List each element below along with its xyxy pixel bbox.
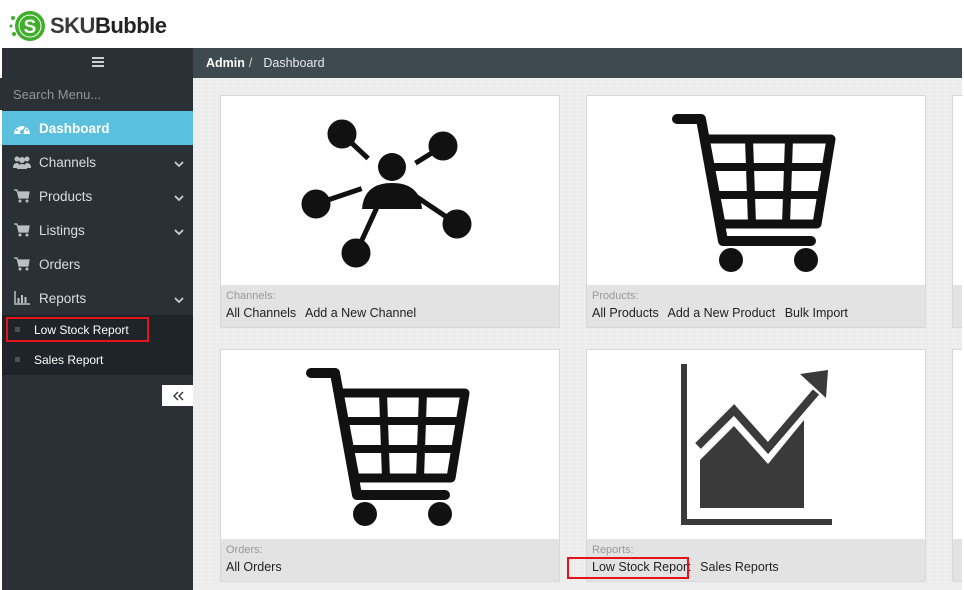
sales-reports-link[interactable]: Sales Reports xyxy=(700,560,779,574)
products-card: Products: All Products Add a New Product… xyxy=(586,95,926,328)
low-stock-report-link[interactable]: Low Stock Report xyxy=(592,560,691,574)
bulk-import-link[interactable]: Bulk Import xyxy=(785,306,848,320)
shopping-cart-icon xyxy=(221,350,559,540)
sidebar-item-channels[interactable]: Channels xyxy=(2,145,193,179)
breadcrumb-admin-link[interactable]: Admin xyxy=(206,56,245,70)
dashboard-main: Channels: All Channels Add a New Channel… xyxy=(193,78,962,590)
sidebar-item-label: Reports xyxy=(39,290,87,306)
logo-wordmark: SKUBubble xyxy=(50,13,167,38)
hamburger-menu-button[interactable] xyxy=(2,48,193,76)
sidebar-item-label: Orders xyxy=(39,256,81,272)
chevron-down-icon xyxy=(174,190,184,205)
channels-card: Channels: All Channels Add a New Channel xyxy=(220,95,560,328)
bar-chart-icon xyxy=(12,290,32,306)
users-icon xyxy=(12,154,32,170)
network-icon xyxy=(221,96,559,286)
card-title: Channels: xyxy=(226,290,276,302)
bullet-icon xyxy=(15,357,20,362)
card-title: Products: xyxy=(592,290,639,302)
sidebar-item-listings[interactable]: Listings xyxy=(2,213,193,247)
add-new-product-link[interactable]: Add a New Product xyxy=(668,306,776,320)
logo-bubble-icon: S xyxy=(8,8,46,44)
shopping-cart-icon xyxy=(587,96,925,286)
products-card-footer: Products: All Products Add a New Product… xyxy=(587,285,925,327)
channels-card-footer: Channels: All Channels Add a New Channel xyxy=(221,285,559,327)
all-channels-link[interactable]: All Channels xyxy=(226,306,296,320)
submenu-item-label: Sales Report xyxy=(34,353,104,367)
chevron-down-icon xyxy=(174,224,184,239)
orders-card-footer: Orders: All Orders xyxy=(221,539,559,581)
skububble-logo[interactable]: S SKUBubble xyxy=(8,8,167,44)
all-products-link[interactable]: All Products xyxy=(592,306,659,320)
breadcrumb-separator: / xyxy=(248,56,253,70)
breadcrumb-current-page: Dashboard xyxy=(263,56,325,70)
sidebar-item-label: Products xyxy=(39,188,93,204)
card-title: Orders: xyxy=(226,544,263,556)
dashboard-icon xyxy=(12,120,32,136)
chevron-down-icon xyxy=(174,292,184,307)
sidebar-item-reports[interactable]: Reports xyxy=(2,281,193,315)
card-title: Reports: xyxy=(592,544,634,556)
add-new-channel-link[interactable]: Add a New Channel xyxy=(305,306,416,320)
sidebar-item-label: Dashboard xyxy=(39,120,110,136)
chevron-down-icon xyxy=(174,156,184,171)
cart-icon xyxy=(12,222,32,238)
sidebar-item-label: Channels xyxy=(39,154,97,170)
submenu-item-sales-report[interactable]: Sales Report xyxy=(2,345,193,375)
svg-text:S: S xyxy=(24,17,37,38)
card-footer xyxy=(953,539,962,581)
cart-icon xyxy=(12,188,32,204)
reports-card: Reports: Low Stock Report Sales Reports xyxy=(586,349,926,582)
orders-card: Orders: All Orders xyxy=(220,349,560,582)
all-orders-link[interactable]: All Orders xyxy=(226,560,282,574)
bullet-icon xyxy=(15,327,20,332)
hidden-card-top xyxy=(952,95,962,328)
hidden-card-bottom xyxy=(952,349,962,582)
submenu-item-low-stock-report[interactable]: Low Stock Report xyxy=(2,315,193,345)
card-footer xyxy=(953,285,962,327)
submenu-item-label: Low Stock Report xyxy=(34,323,129,337)
sidebar-item-products[interactable]: Products xyxy=(2,179,193,213)
sidebar-menu: Dashboard Channels Products Listings Ord… xyxy=(2,111,193,375)
search-menu-input[interactable] xyxy=(0,78,191,110)
reports-submenu: Low Stock Report Sales Report xyxy=(2,315,193,375)
growth-chart-icon xyxy=(587,350,925,540)
breadcrumb: Admin / Dashboard xyxy=(193,48,962,78)
hamburger-icon xyxy=(91,57,104,67)
double-chevron-left-icon xyxy=(172,391,183,400)
cart-icon xyxy=(12,256,32,272)
sidebar-item-dashboard[interactable]: Dashboard xyxy=(2,111,193,145)
collapse-sidebar-button[interactable] xyxy=(162,385,193,406)
sidebar-item-orders[interactable]: Orders xyxy=(2,247,193,281)
reports-card-footer: Reports: Low Stock Report Sales Reports xyxy=(587,539,925,581)
sidebar-item-label: Listings xyxy=(39,222,85,238)
